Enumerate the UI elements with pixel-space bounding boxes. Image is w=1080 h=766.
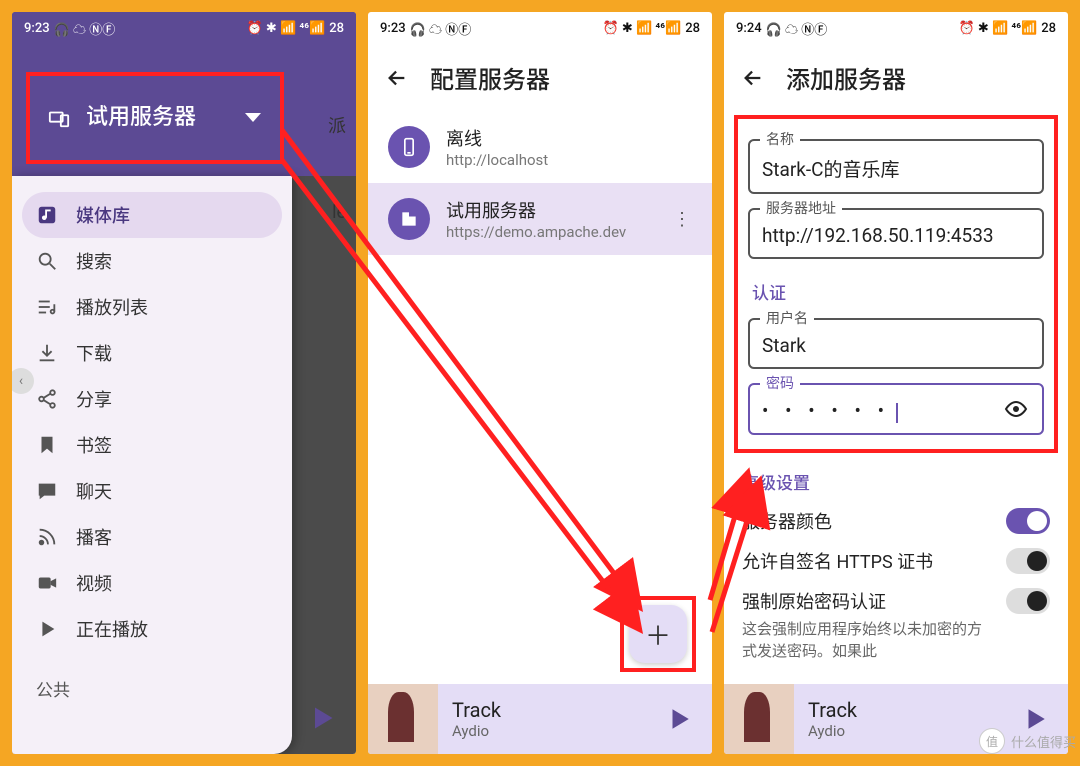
back-icon[interactable]	[742, 67, 764, 89]
library-icon	[36, 204, 58, 226]
menu-label: 分享	[76, 386, 112, 412]
password-field[interactable]: 密码 • • • • • •	[748, 383, 1044, 435]
bookmark-icon	[36, 434, 58, 456]
field-value: http://192.168.50.119:4533	[762, 224, 994, 247]
field-label: 密码	[760, 373, 800, 393]
menu-item-chat[interactable]: 聊天	[22, 468, 282, 514]
field-label: 服务器地址	[760, 198, 842, 218]
server-url: http://localhost	[446, 151, 548, 169]
server-selector-label: 试用服务器	[86, 105, 228, 131]
background-peek: le	[332, 202, 346, 223]
address-field[interactable]: 服务器地址 http://192.168.50.119:4533	[748, 208, 1044, 259]
field-value: • • • • • •	[762, 399, 890, 422]
menu-label: 搜索	[76, 248, 112, 274]
now-playing-bar[interactable]: Track Aydio	[368, 684, 712, 754]
album-art	[368, 684, 438, 754]
field-label: 名称	[760, 129, 800, 149]
play-button[interactable]	[308, 704, 336, 732]
menu-label: 播客	[76, 524, 112, 550]
menu-item-library[interactable]: 媒体库	[22, 192, 282, 238]
fab-highlight: ＋	[620, 596, 696, 672]
menu-item-nowplaying[interactable]: 正在播放	[22, 606, 282, 652]
add-server-fab[interactable]: ＋	[629, 605, 687, 663]
text-cursor	[896, 403, 898, 423]
phone-screenshot-2: 9:23 🎧 ☁ ⓃⒻ ⏰ ✱ 📶 ⁴⁶📶 28 配置服务器 离线 http:/…	[368, 12, 712, 754]
menu-item-download[interactable]: 下载	[22, 330, 282, 376]
name-field[interactable]: 名称 Stark-C的音乐库	[748, 139, 1044, 194]
toggle-switch[interactable]	[1006, 548, 1050, 574]
menu-label: 视频	[76, 570, 112, 596]
status-bar: 9:24 🎧 ☁ ⓃⒻ ⏰ ✱ 📶 ⁴⁶📶 28	[724, 12, 1068, 44]
share-icon	[36, 388, 58, 410]
menu-item-podcast[interactable]: 播客	[22, 514, 282, 560]
search-icon	[36, 250, 58, 272]
server-item-offline[interactable]: 离线 http://localhost	[368, 111, 712, 183]
server-name: 离线	[446, 125, 548, 151]
menu-item-bookmark[interactable]: 书签	[22, 422, 282, 468]
play-icon	[36, 618, 58, 640]
chevron-down-icon	[244, 112, 262, 124]
track-artist: Aydio	[452, 722, 501, 740]
menu-item-share[interactable]: 分享	[22, 376, 282, 422]
menu-item-video[interactable]: 视频	[22, 560, 282, 606]
field-value: Stark-C的音乐库	[762, 158, 900, 181]
form-highlight: 名称 Stark-C的音乐库 服务器地址 http://192.168.50.1…	[734, 115, 1058, 453]
track-artist: Aydio	[808, 722, 857, 740]
navigation-drawer: 媒体库 搜索 播放列表 下载 分享	[12, 176, 292, 754]
chat-icon	[36, 480, 58, 502]
server-item-demo[interactable]: 试用服务器 https://demo.ampache.dev ⋮	[368, 183, 712, 255]
setting-label: 服务器颜色	[742, 508, 832, 534]
server-url: https://demo.ampache.dev	[446, 223, 626, 241]
menu-item-playlist[interactable]: 播放列表	[22, 284, 282, 330]
watermark-badge: 值	[979, 728, 1005, 754]
building-icon	[388, 198, 430, 240]
background-peek: 派	[328, 112, 346, 138]
status-bar: 9:23 🎧 ☁ ⓃⒻ ⏰ ✱ 📶 ⁴⁶📶 28	[368, 12, 712, 44]
menu-label: 正在播放	[76, 616, 148, 642]
toggle-switch[interactable]	[1006, 588, 1050, 614]
watermark: 值 什么值得买	[979, 728, 1076, 754]
phone-icon	[388, 126, 430, 168]
page-title: 添加服务器	[786, 60, 906, 95]
setting-force-password[interactable]: 强制原始密码认证 这会强制应用程序始终以未加密的方式发送密码。如果此	[742, 574, 1050, 663]
menu-label: 播放列表	[76, 294, 148, 320]
download-icon	[36, 342, 58, 364]
rss-icon	[36, 526, 58, 548]
playlist-icon	[36, 296, 58, 318]
phone-screenshot-1: 9:23 🎧 ☁ ⓃⒻ ⏰ ✱ 📶 ⁴⁶📶 28 派 le 试用服务器 媒体库 …	[12, 12, 356, 754]
menu-label: 聊天	[76, 478, 112, 504]
toggle-switch[interactable]	[1006, 508, 1050, 534]
phone-screenshot-3: 9:24 🎧 ☁ ⓃⒻ ⏰ ✱ 📶 ⁴⁶📶 28 添加服务器 名称 Stark-…	[724, 12, 1068, 754]
setting-description: 这会强制应用程序始终以未加密的方式发送密码。如果此	[742, 618, 982, 663]
back-icon[interactable]	[386, 67, 408, 89]
album-art	[724, 684, 794, 754]
play-button[interactable]	[666, 706, 692, 732]
status-bar: 9:23 🎧 ☁ ⓃⒻ ⏰ ✱ 📶 ⁴⁶📶 28	[12, 12, 356, 44]
server-name: 试用服务器	[446, 197, 626, 223]
menu-item-search[interactable]: 搜索	[22, 238, 282, 284]
setting-server-color[interactable]: 服务器颜色	[742, 494, 1050, 534]
menu-label: 媒体库	[76, 202, 130, 228]
menu-label: 下载	[76, 340, 112, 366]
field-label: 用户名	[760, 308, 814, 328]
section-label-public: 公共	[12, 652, 292, 711]
username-field[interactable]: 用户名 Stark	[748, 318, 1044, 369]
devices-icon	[48, 107, 70, 129]
auth-section-label: 认证	[744, 263, 1048, 304]
advanced-section-label: 高级设置	[742, 453, 1050, 494]
track-title: Track	[452, 698, 501, 722]
field-value: Stark	[762, 334, 806, 357]
page-title: 配置服务器	[430, 60, 550, 95]
visibility-icon[interactable]	[1004, 397, 1028, 421]
setting-self-signed[interactable]: 允许自签名 HTTPS 证书	[742, 534, 1050, 574]
setting-label: 允许自签名 HTTPS 证书	[742, 548, 933, 574]
more-menu-icon[interactable]: ⋮	[673, 209, 692, 230]
setting-label: 强制原始密码认证	[742, 588, 982, 614]
track-title: Track	[808, 698, 857, 722]
video-icon	[36, 572, 58, 594]
watermark-text: 什么值得买	[1011, 732, 1076, 751]
menu-label: 书签	[76, 432, 112, 458]
server-selector-dropdown[interactable]: 试用服务器	[26, 72, 284, 164]
